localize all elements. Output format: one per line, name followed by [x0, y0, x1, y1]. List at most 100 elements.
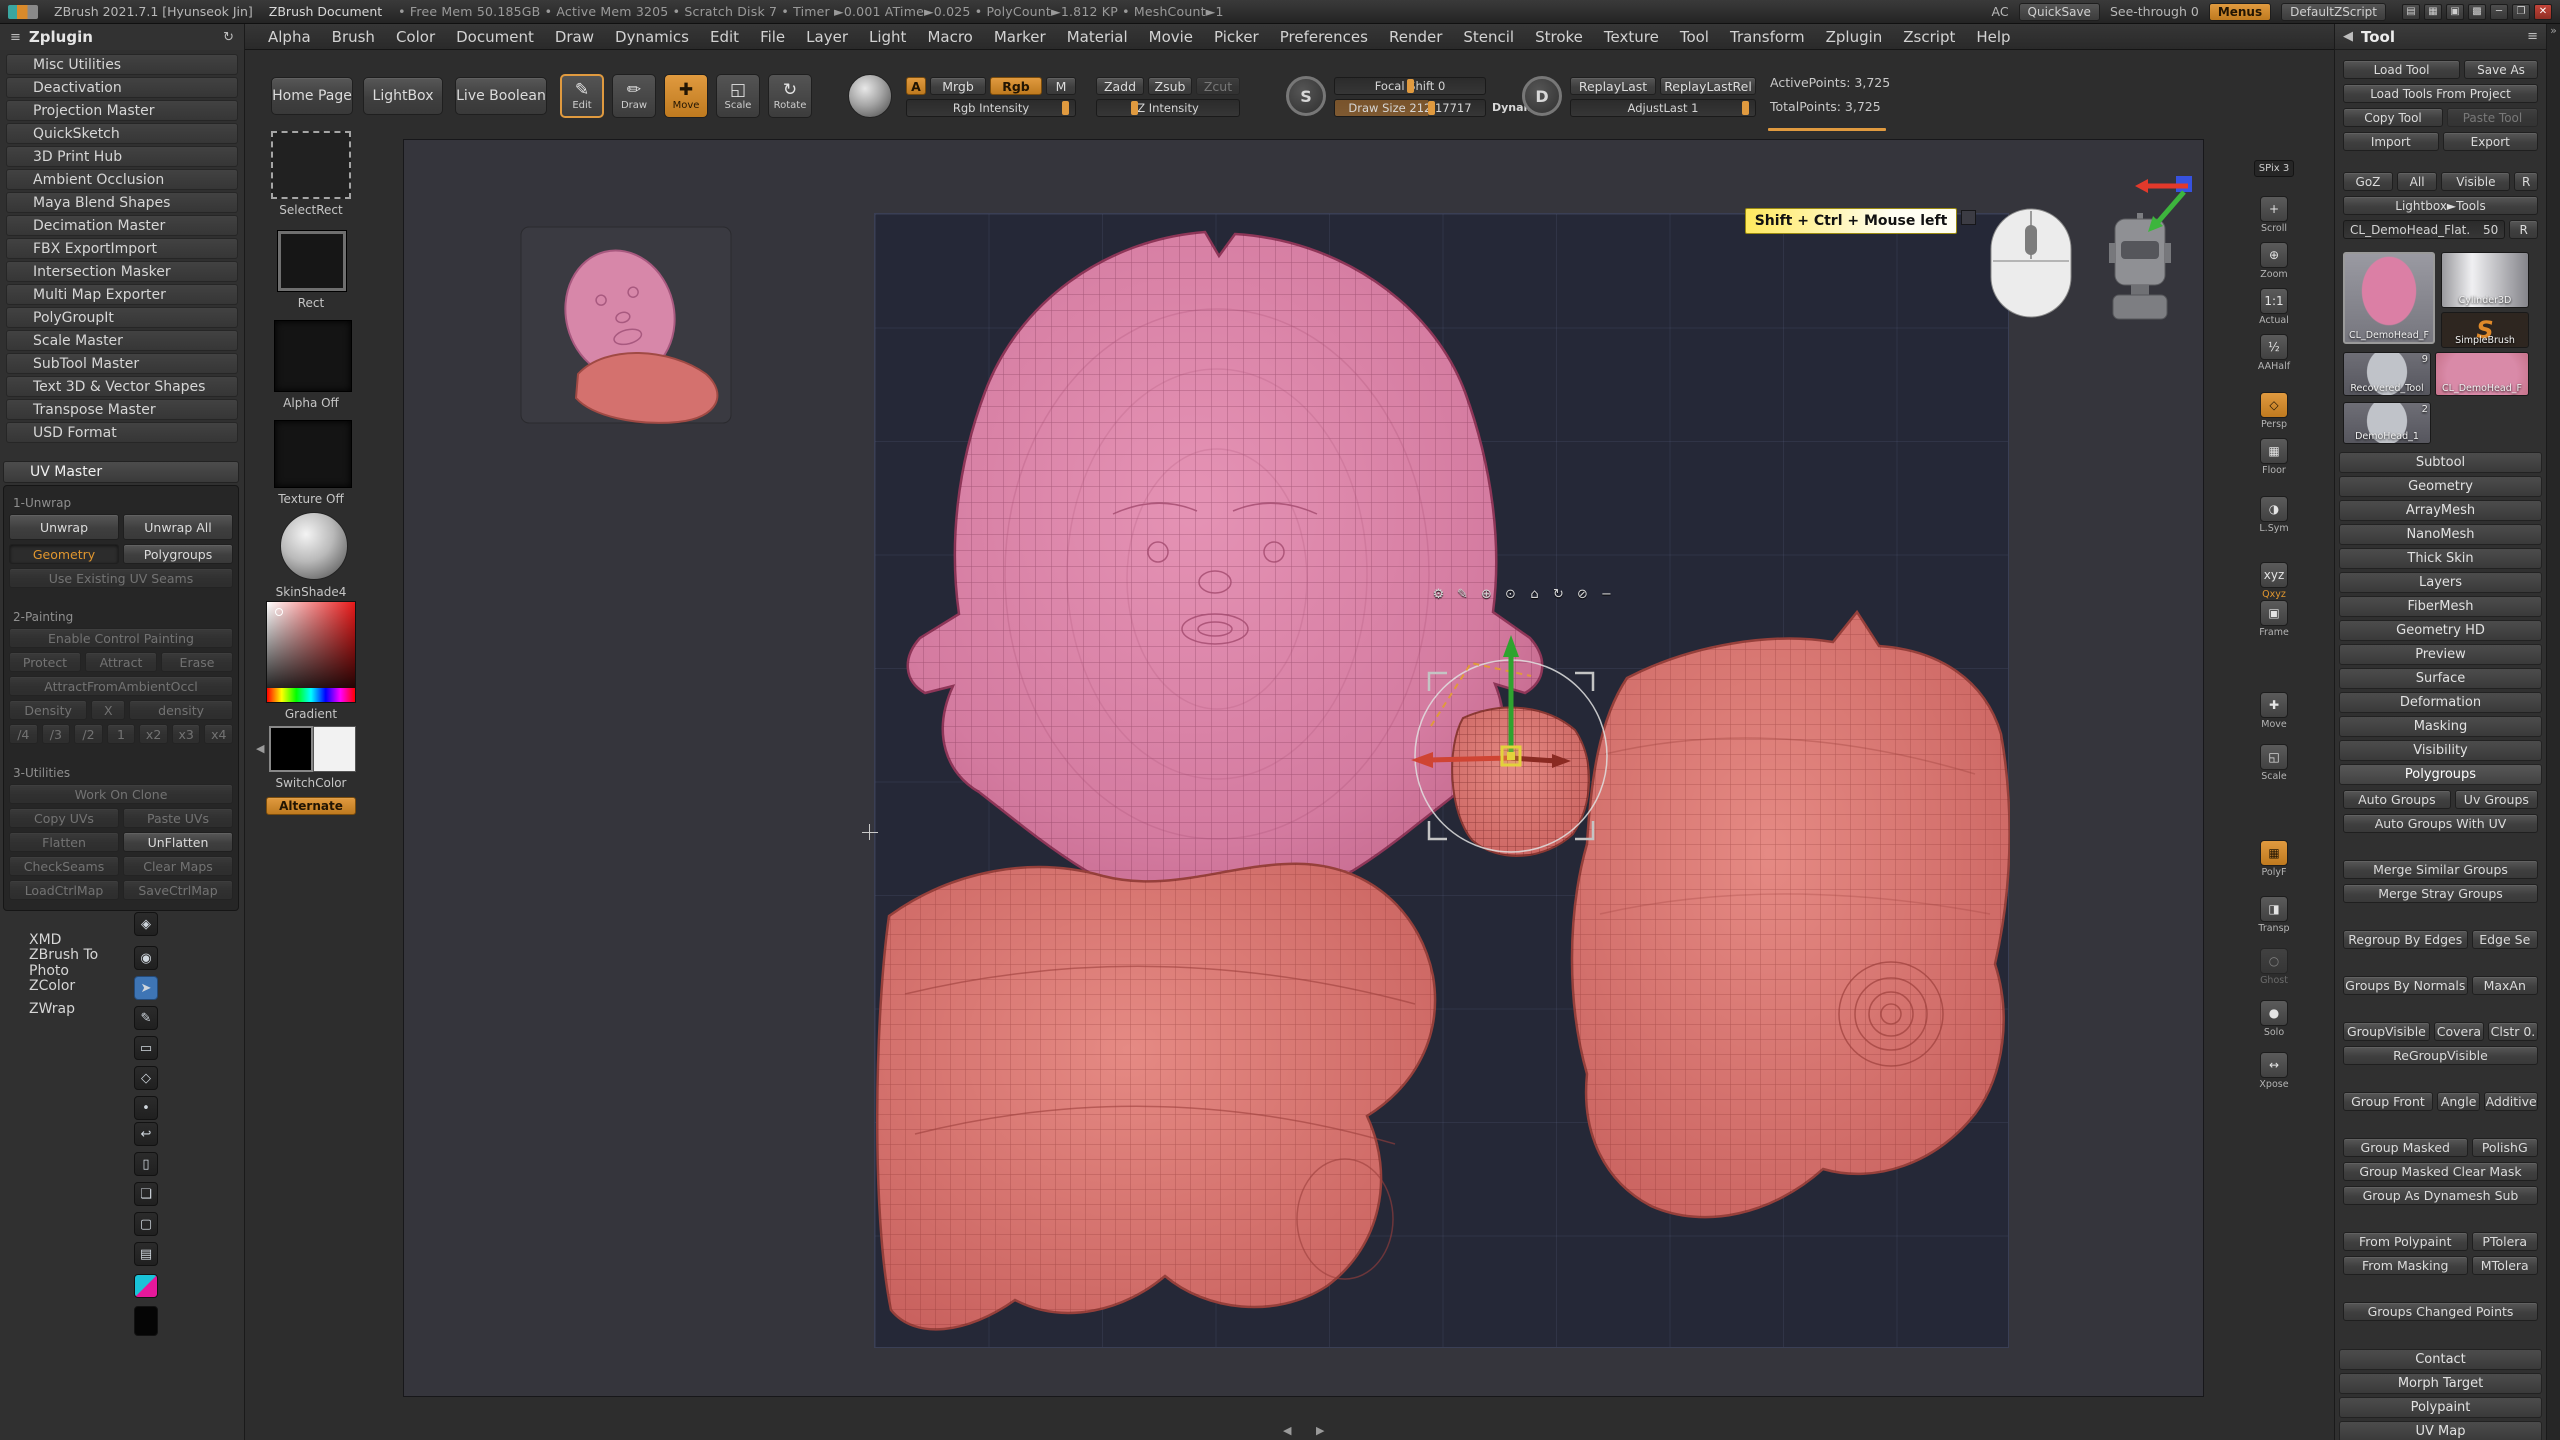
current-tool-r-button[interactable]: R — [2509, 220, 2538, 239]
polygroups-maxan-button[interactable]: MaxAn — [2472, 976, 2538, 995]
polygroups-groups-changed-points-button[interactable]: Groups Changed Points — [2343, 1302, 2538, 1321]
alpha-widget[interactable] — [274, 320, 352, 392]
tool-section-fibermesh[interactable]: FiberMesh — [2339, 596, 2542, 617]
shelf-qxyz[interactable]: xyzQxyz — [2254, 562, 2294, 600]
shelf-l-sym[interactable]: ◑L.Sym — [2254, 496, 2294, 534]
polygroups-group-as-dynamesh-sub-button[interactable]: Group As Dynamesh Sub — [2343, 1186, 2538, 1205]
zplugin-item-subtool-master[interactable]: SubTool Master — [6, 353, 238, 374]
color-swatch-black[interactable] — [134, 1306, 158, 1336]
hamburger-icon[interactable]: ≡ — [10, 30, 21, 45]
menu-dynamics[interactable]: Dynamics — [613, 26, 691, 48]
xmd-pin-icon[interactable]: ◈ — [134, 912, 158, 936]
menu-tool[interactable]: Tool — [1678, 26, 1711, 48]
chevrons-icon[interactable]: » — [2550, 24, 2557, 37]
alternate-button[interactable]: Alternate — [266, 797, 356, 815]
undo-icon[interactable]: ↩ — [134, 1122, 158, 1146]
uvmaster-geometry-button[interactable]: Geometry — [9, 544, 119, 564]
zsub-button[interactable]: Zsub — [1148, 77, 1192, 95]
polygroups-mtolera-button[interactable]: MTolera — [2472, 1256, 2538, 1275]
polygroups-regroup-by-edges-button[interactable]: Regroup By Edges — [2343, 930, 2468, 949]
shelf-scale[interactable]: ◱Scale — [2254, 744, 2294, 782]
display-icon[interactable]: ▢ — [134, 1212, 158, 1236]
menu-document[interactable]: Document — [454, 26, 536, 48]
uvmaster-paste-uvs-button[interactable]: Paste UVs — [123, 808, 233, 828]
uvmaster-use-existing-uv-seams-button[interactable]: Use Existing UV Seams — [9, 568, 233, 588]
polygroups-edge-se-button[interactable]: Edge Se — [2472, 930, 2538, 949]
uvmaster-attractfromambientoccl-button[interactable]: AttractFromAmbientOccl — [9, 676, 233, 696]
zplugin-item-maya-blend-shapes[interactable]: Maya Blend Shapes — [6, 192, 238, 213]
polygroups-covera-button[interactable]: Covera — [2434, 1022, 2484, 1041]
menu-help[interactable]: Help — [1974, 26, 2012, 48]
goz-r-button[interactable]: R — [2514, 172, 2538, 191]
shelf-ghost[interactable]: ○Ghost — [2254, 948, 2294, 986]
stroke-type-button[interactable]: S — [1286, 76, 1326, 116]
menus-button[interactable]: Menus — [2209, 3, 2271, 21]
tool-thumb-simplebrush[interactable]: S SimpleBrush — [2441, 312, 2529, 348]
zadd-button[interactable]: Zadd — [1096, 77, 1144, 95]
import-button[interactable]: Import — [2343, 132, 2439, 151]
tool-palette-header[interactable]: ◀ Tool ≡ — [2335, 24, 2546, 50]
tool-section-masking[interactable]: Masking — [2339, 716, 2542, 737]
polygroups-auto-groups-button[interactable]: Auto Groups — [2343, 790, 2451, 809]
frame-icon[interactable]: ▭ — [134, 1036, 158, 1060]
tool-thumb-demohead-flat[interactable]: CL_DemoHead_F — [2435, 352, 2529, 396]
load-tool-button[interactable]: Load Tool — [2343, 60, 2460, 79]
zplugin-tray-header[interactable]: ≡ Zplugin ↻ — [0, 24, 245, 50]
focal-shift-slider[interactable]: Focal Shift 0 — [1334, 77, 1486, 95]
shelf-persp[interactable]: ◇Persp — [2254, 392, 2294, 430]
tool-section-geometry[interactable]: Geometry — [2339, 476, 2542, 497]
polygroups-group-front-button[interactable]: Group Front — [2343, 1092, 2433, 1111]
notes-icon[interactable]: ▤ — [134, 1242, 158, 1266]
zplugin-item-multi-map-exporter[interactable]: Multi Map Exporter — [6, 284, 238, 305]
zplugin-item-zbrush-to-photo[interactable]: ZBrush To Photo — [6, 952, 126, 973]
transform-gizmo[interactable] — [1371, 621, 1651, 901]
draw-size-handle[interactable] — [1428, 101, 1435, 115]
main-color-swatch[interactable] — [269, 726, 313, 772]
home-page-button[interactable]: Home Page — [271, 77, 353, 115]
load-tools-from-project-button[interactable]: Load Tools From Project — [2343, 84, 2538, 103]
menu-movie[interactable]: Movie — [1147, 26, 1195, 48]
axis-orientation-widget[interactable] — [2132, 172, 2198, 236]
zplugin-item-decimation-master[interactable]: Decimation Master — [6, 215, 238, 236]
canvas-area[interactable]: Shift + Ctrl + Mouse left — [403, 139, 2204, 1397]
zplugin-item-misc-utilities[interactable]: Misc Utilities — [6, 54, 238, 75]
menu-alpha[interactable]: Alpha — [266, 26, 313, 48]
uvmaster-enable-control-painting-button[interactable]: Enable Control Painting — [9, 628, 233, 648]
gizmo-toolbar-icon-2[interactable]: ⊕ — [1477, 585, 1496, 604]
zplugin-item-intersection-masker[interactable]: Intersection Masker — [6, 261, 238, 282]
gizmo-toolbar-icon-4[interactable]: ⌂ — [1525, 585, 1544, 604]
tool-section-visibility[interactable]: Visibility — [2339, 740, 2542, 761]
save-as-button[interactable]: Save As — [2464, 60, 2538, 79]
menu-edit[interactable]: Edit — [708, 26, 741, 48]
scroll-left-icon[interactable]: ◀ — [1283, 1424, 1291, 1437]
shelf-floor[interactable]: ▦Floor — [2254, 438, 2294, 476]
menu-picker[interactable]: Picker — [1212, 26, 1261, 48]
shelf-zoom[interactable]: ⊕Zoom — [2254, 242, 2294, 280]
screen-icon[interactable]: ▣ — [2446, 4, 2464, 20]
polygroups-ptolera-button[interactable]: PTolera — [2472, 1232, 2538, 1251]
zplugin-item-projection-master[interactable]: Projection Master — [6, 100, 238, 121]
tool-section-surface[interactable]: Surface — [2339, 668, 2542, 689]
tool-section-subtool[interactable]: Subtool — [2339, 452, 2542, 473]
uvmaster-unwrap-button[interactable]: Unwrap — [9, 514, 119, 540]
uvmaster-x4-button[interactable]: x4 — [204, 724, 233, 744]
see-through-slider[interactable]: See-through 0 — [2110, 4, 2199, 19]
adjust-last-handle[interactable] — [1742, 101, 1749, 115]
tool-thumb-cylinder[interactable]: Cylinder3D — [2441, 252, 2529, 308]
menu-marker[interactable]: Marker — [992, 26, 1048, 48]
tool-section-polygroups[interactable]: Polygroups — [2339, 764, 2542, 785]
replay-last-rel-button[interactable]: ReplayLastRel — [1660, 77, 1756, 95]
uvmaster-3-button[interactable]: /3 — [42, 724, 71, 744]
export-button[interactable]: Export — [2443, 132, 2539, 151]
uvmaster-flatten-button[interactable]: Flatten — [9, 832, 119, 852]
shelf-xpose[interactable]: ↔Xpose — [2254, 1052, 2294, 1090]
shelf-aahalf[interactable]: ½AAHalf — [2254, 334, 2294, 372]
rgb-intensity-slider[interactable]: Rgb Intensity — [906, 99, 1076, 117]
shelf-solo[interactable]: ●Solo — [2254, 1000, 2294, 1038]
uvmaster-x2-button[interactable]: x2 — [139, 724, 168, 744]
select-cursor-icon[interactable]: ➤ — [134, 976, 158, 1000]
polygroups-group-masked-button[interactable]: Group Masked — [2343, 1138, 2468, 1157]
menu-preferences[interactable]: Preferences — [1278, 26, 1370, 48]
menu-render[interactable]: Render — [1387, 26, 1444, 48]
color-picker-hue-strip[interactable] — [267, 688, 355, 702]
